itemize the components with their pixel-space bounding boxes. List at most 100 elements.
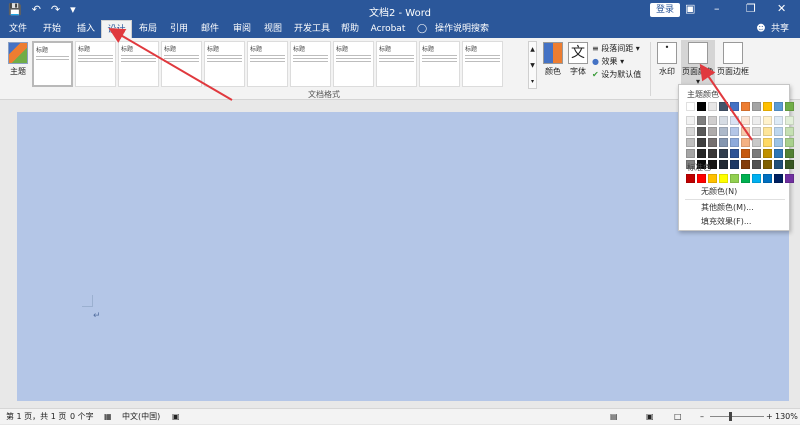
zoom-out-icon[interactable]: – — [700, 409, 704, 425]
theme-button[interactable]: 主题 — [6, 42, 30, 77]
theme-color-swatch[interactable] — [719, 116, 728, 125]
theme-color-swatch[interactable] — [785, 116, 794, 125]
theme-color-swatch[interactable] — [730, 116, 739, 125]
theme-color-swatch[interactable] — [708, 149, 717, 158]
theme-color-swatch[interactable] — [741, 127, 750, 136]
standard-color-swatch[interactable] — [763, 174, 772, 183]
standard-color-swatch[interactable] — [697, 174, 706, 183]
share-button[interactable]: 共享 — [768, 20, 792, 38]
effects-button[interactable]: ● 效果 ▾ — [592, 55, 641, 68]
theme-color-swatch[interactable] — [719, 138, 728, 147]
style-thumb[interactable]: 标题 — [247, 41, 288, 87]
style-thumb[interactable]: 标题 — [290, 41, 331, 87]
theme-color-swatch[interactable] — [752, 116, 761, 125]
style-thumb[interactable]: 标题 — [32, 41, 73, 87]
paragraph-spacing-button[interactable]: ≡ 段落间距 ▾ — [592, 42, 641, 55]
theme-color-swatch[interactable] — [774, 149, 783, 158]
colors-button[interactable]: 颜色 — [542, 42, 564, 77]
ribbon-display-icon[interactable]: ▣ — [685, 2, 695, 15]
tab-design[interactable]: 设计 — [101, 20, 132, 39]
macro-icon[interactable]: ▣ — [172, 409, 180, 425]
standard-color-swatch[interactable] — [708, 174, 717, 183]
tab-layout[interactable]: 布局 — [132, 20, 164, 38]
tab-help[interactable]: 帮助 — [336, 20, 364, 38]
theme-color-swatch[interactable] — [763, 102, 772, 111]
theme-color-swatch[interactable] — [719, 102, 728, 111]
theme-color-swatch[interactable] — [774, 102, 783, 111]
tell-me-search[interactable]: 操作说明搜索 — [432, 20, 492, 38]
theme-color-swatch[interactable] — [785, 102, 794, 111]
standard-color-swatch[interactable] — [785, 174, 794, 183]
theme-color-swatch[interactable] — [785, 149, 794, 158]
read-mode-icon[interactable]: ▤ — [610, 409, 618, 425]
theme-color-swatch[interactable] — [730, 149, 739, 158]
style-thumb[interactable]: 标题 — [75, 41, 116, 87]
minimize-icon[interactable]: – — [714, 2, 720, 15]
standard-color-swatch[interactable] — [774, 174, 783, 183]
theme-color-swatch[interactable] — [785, 160, 794, 169]
theme-color-swatch[interactable] — [763, 138, 772, 147]
theme-color-swatch[interactable] — [752, 102, 761, 111]
theme-color-swatch[interactable] — [708, 102, 717, 111]
theme-color-swatch[interactable] — [785, 138, 794, 147]
tab-mailings[interactable]: 邮件 — [194, 20, 226, 38]
theme-color-swatch[interactable] — [741, 149, 750, 158]
theme-color-swatch[interactable] — [686, 102, 695, 111]
language[interactable]: 中文(中国) — [122, 409, 160, 425]
standard-color-swatch[interactable] — [730, 174, 739, 183]
theme-color-swatch[interactable] — [752, 160, 761, 169]
theme-color-swatch[interactable] — [774, 116, 783, 125]
tab-home[interactable]: 开始 — [36, 20, 68, 38]
theme-color-swatch[interactable] — [730, 127, 739, 136]
theme-color-swatch[interactable] — [730, 102, 739, 111]
theme-color-swatch[interactable] — [763, 116, 772, 125]
style-thumb[interactable]: 标题 — [462, 41, 503, 87]
theme-color-swatch[interactable] — [697, 149, 706, 158]
theme-color-swatch[interactable] — [686, 116, 695, 125]
theme-color-swatch[interactable] — [730, 160, 739, 169]
print-layout-icon[interactable]: ▣ — [646, 409, 654, 425]
theme-color-swatch[interactable] — [763, 160, 772, 169]
zoom-slider[interactable] — [710, 416, 764, 417]
theme-color-swatch[interactable] — [785, 127, 794, 136]
theme-color-swatch[interactable] — [752, 127, 761, 136]
tab-review[interactable]: 审阅 — [226, 20, 258, 38]
theme-color-swatch[interactable] — [697, 102, 706, 111]
theme-color-swatch[interactable] — [774, 138, 783, 147]
tab-acrobat[interactable]: Acrobat — [368, 20, 408, 38]
no-color-option[interactable]: 无颜色(N) — [701, 186, 737, 197]
fonts-button[interactable]: 文 字体 — [567, 42, 589, 77]
more-colors-option[interactable]: 其他颜色(M)... — [701, 202, 754, 213]
theme-color-swatch[interactable] — [708, 138, 717, 147]
document-page[interactable] — [17, 112, 789, 401]
standard-color-swatch[interactable] — [719, 174, 728, 183]
style-thumb[interactable]: 标题 — [118, 41, 159, 87]
theme-color-swatch[interactable] — [686, 138, 695, 147]
standard-color-swatch[interactable] — [752, 174, 761, 183]
theme-color-swatch[interactable] — [763, 127, 772, 136]
style-thumb[interactable]: 标题 — [333, 41, 374, 87]
set-default-button[interactable]: ✔ 设为默认值 — [592, 68, 641, 81]
tab-insert[interactable]: 插入 — [70, 20, 102, 38]
theme-color-swatch[interactable] — [697, 138, 706, 147]
theme-color-swatch[interactable] — [763, 149, 772, 158]
tab-file[interactable]: 文件 — [4, 20, 32, 38]
fill-effects-option[interactable]: 填充效果(F)... — [701, 216, 751, 227]
theme-color-swatch[interactable] — [697, 127, 706, 136]
theme-color-swatch[interactable] — [708, 127, 717, 136]
zoom-level[interactable]: 130% — [775, 409, 798, 425]
theme-color-swatch[interactable] — [686, 149, 695, 158]
theme-color-swatch[interactable] — [741, 138, 750, 147]
style-thumb[interactable]: 标题 — [161, 41, 202, 87]
theme-color-swatch[interactable] — [741, 116, 750, 125]
theme-color-swatch[interactable] — [719, 127, 728, 136]
page-border-button[interactable]: 页面边框 — [717, 42, 749, 77]
theme-color-swatch[interactable] — [774, 127, 783, 136]
page-color-button[interactable]: 页面颜色 ▾ — [681, 40, 715, 88]
theme-color-swatch[interactable] — [686, 127, 695, 136]
proofing-icon[interactable]: ▦ — [104, 409, 112, 425]
style-thumb[interactable]: 标题 — [204, 41, 245, 87]
tab-references[interactable]: 引用 — [164, 20, 194, 38]
web-layout-icon[interactable]: □ — [674, 409, 682, 425]
theme-color-swatch[interactable] — [708, 116, 717, 125]
